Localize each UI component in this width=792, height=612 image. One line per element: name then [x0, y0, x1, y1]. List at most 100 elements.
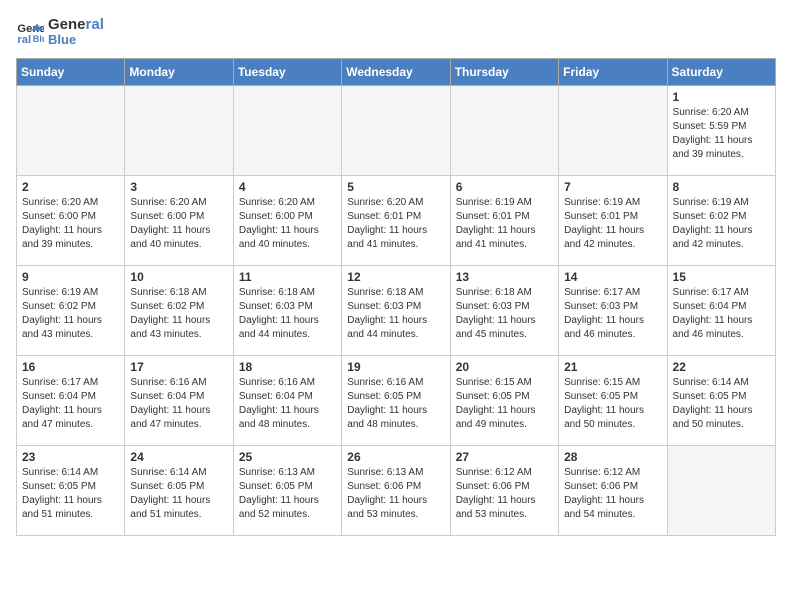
- calendar-cell: 22 Sunrise: 6:14 AM Sunset: 6:05 PM Dayli…: [667, 356, 775, 446]
- day-number: 10: [130, 270, 227, 284]
- day-number: 16: [22, 360, 119, 374]
- calendar-cell: 15Sunrise: 6:17 AM Sunset: 6:04 PM Dayli…: [667, 266, 775, 356]
- calendar-cell: 28 Sunrise: 6:12 AM Sunset: 6:06 PM Dayli…: [559, 446, 667, 536]
- calendar-cell: 1 Sunrise: 6:20 AM Sunset: 5:59 PM Daylig…: [667, 86, 775, 176]
- calendar-week-1: 1 Sunrise: 6:20 AM Sunset: 5:59 PM Daylig…: [17, 86, 776, 176]
- day-number: 11: [239, 270, 336, 284]
- day-number: 5: [347, 180, 444, 194]
- calendar-cell: [450, 86, 558, 176]
- day-info: Sunrise: 6:16 AM Sunset: 6:04 PM Dayligh…: [130, 376, 227, 432]
- calendar-cell: 19 Sunrise: 6:16 AM Sunset: 6:05 PM Dayli…: [342, 356, 450, 446]
- day-info: Sunrise: 6:20 AM Sunset: 6:00 PM Dayligh…: [239, 196, 336, 252]
- day-info: Sunrise: 6:18 AM Sunset: 6:03 PM Dayligh…: [347, 286, 444, 342]
- day-info: Sunrise: 6:20 AM Sunset: 6:01 PM Dayligh…: [347, 196, 444, 252]
- weekday-header-wednesday: Wednesday: [342, 59, 450, 86]
- day-info: Sunrise: 6:14 AM Sunset: 6:05 PM Dayligh…: [22, 466, 119, 522]
- day-info: Sunrise: 6:13 AM Sunset: 6:06 PM Dayligh…: [347, 466, 444, 522]
- calendar-cell: 5 Sunrise: 6:20 AM Sunset: 6:01 PM Daylig…: [342, 176, 450, 266]
- calendar-cell: 24Sunrise: 6:14 AM Sunset: 6:05 PM Dayli…: [125, 446, 233, 536]
- day-info: Sunrise: 6:15 AM Sunset: 6:05 PM Dayligh…: [564, 376, 661, 432]
- weekday-header-thursday: Thursday: [450, 59, 558, 86]
- day-number: 18: [239, 360, 336, 374]
- calendar-cell: [342, 86, 450, 176]
- calendar-cell: 27 Sunrise: 6:12 AM Sunset: 6:06 PM Dayli…: [450, 446, 558, 536]
- day-info: Sunrise: 6:16 AM Sunset: 6:04 PM Dayligh…: [239, 376, 336, 432]
- calendar-cell: [17, 86, 125, 176]
- weekday-header-saturday: Saturday: [667, 59, 775, 86]
- day-info: Sunrise: 6:18 AM Sunset: 6:02 PM Dayligh…: [130, 286, 227, 342]
- calendar-week-2: 2Sunrise: 6:20 AM Sunset: 6:00 PM Daylig…: [17, 176, 776, 266]
- day-number: 3: [130, 180, 227, 194]
- day-info: Sunrise: 6:20 AM Sunset: 6:00 PM Dayligh…: [130, 196, 227, 252]
- day-number: 4: [239, 180, 336, 194]
- calendar-cell: 16 Sunrise: 6:17 AM Sunset: 6:04 PM Dayli…: [17, 356, 125, 446]
- day-number: 7: [564, 180, 661, 194]
- day-number: 13: [456, 270, 553, 284]
- calendar-cell: 20 Sunrise: 6:15 AM Sunset: 6:05 PM Dayli…: [450, 356, 558, 446]
- day-info: Sunrise: 6:19 AM Sunset: 6:02 PM Dayligh…: [673, 196, 770, 252]
- calendar-cell: 4 Sunrise: 6:20 AM Sunset: 6:00 PM Daylig…: [233, 176, 341, 266]
- day-info: Sunrise: 6:14 AM Sunset: 6:05 PM Dayligh…: [130, 466, 227, 522]
- day-info: Sunrise: 6:15 AM Sunset: 6:05 PM Dayligh…: [456, 376, 553, 432]
- day-number: 9: [22, 270, 119, 284]
- calendar-cell: 9 Sunrise: 6:19 AM Sunset: 6:02 PM Daylig…: [17, 266, 125, 356]
- day-number: 26: [347, 450, 444, 464]
- day-info: Sunrise: 6:19 AM Sunset: 6:01 PM Dayligh…: [564, 196, 661, 252]
- day-number: 20: [456, 360, 553, 374]
- day-info: Sunrise: 6:17 AM Sunset: 6:03 PM Dayligh…: [564, 286, 661, 342]
- calendar-cell: 17 Sunrise: 6:16 AM Sunset: 6:04 PM Dayli…: [125, 356, 233, 446]
- calendar-cell: 6Sunrise: 6:19 AM Sunset: 6:01 PM Daylig…: [450, 176, 558, 266]
- day-number: 21: [564, 360, 661, 374]
- day-info: Sunrise: 6:12 AM Sunset: 6:06 PM Dayligh…: [564, 466, 661, 522]
- day-info: Sunrise: 6:14 AM Sunset: 6:05 PM Dayligh…: [673, 376, 770, 432]
- day-number: 12: [347, 270, 444, 284]
- calendar-cell: 12 Sunrise: 6:18 AM Sunset: 6:03 PM Dayli…: [342, 266, 450, 356]
- weekday-header-friday: Friday: [559, 59, 667, 86]
- day-number: 8: [673, 180, 770, 194]
- day-info: Sunrise: 6:19 AM Sunset: 6:02 PM Dayligh…: [22, 286, 119, 342]
- day-info: Sunrise: 6:13 AM Sunset: 6:05 PM Dayligh…: [239, 466, 336, 522]
- weekday-header-sunday: Sunday: [17, 59, 125, 86]
- day-number: 6: [456, 180, 553, 194]
- calendar-cell: 8 Sunrise: 6:19 AM Sunset: 6:02 PM Daylig…: [667, 176, 775, 266]
- calendar-week-4: 16 Sunrise: 6:17 AM Sunset: 6:04 PM Dayli…: [17, 356, 776, 446]
- day-number: 25: [239, 450, 336, 464]
- weekday-header-monday: Monday: [125, 59, 233, 86]
- day-info: Sunrise: 6:18 AM Sunset: 6:03 PM Dayligh…: [239, 286, 336, 342]
- calendar-cell: 14 Sunrise: 6:17 AM Sunset: 6:03 PM Dayli…: [559, 266, 667, 356]
- day-info: Sunrise: 6:12 AM Sunset: 6:06 PM Dayligh…: [456, 466, 553, 522]
- day-number: 28: [564, 450, 661, 464]
- calendar-cell: 26 Sunrise: 6:13 AM Sunset: 6:06 PM Dayli…: [342, 446, 450, 536]
- calendar-cell: 25 Sunrise: 6:13 AM Sunset: 6:05 PM Dayli…: [233, 446, 341, 536]
- calendar-week-5: 23 Sunrise: 6:14 AM Sunset: 6:05 PM Dayli…: [17, 446, 776, 536]
- day-number: 1: [673, 90, 770, 104]
- day-number: 19: [347, 360, 444, 374]
- logo-icon: Gene ral Blue: [16, 18, 44, 46]
- calendar-cell: [125, 86, 233, 176]
- day-info: Sunrise: 6:18 AM Sunset: 6:03 PM Dayligh…: [456, 286, 553, 342]
- page-header: Gene ral Blue General Blue: [16, 16, 776, 48]
- day-info: Sunrise: 6:17 AM Sunset: 6:04 PM Dayligh…: [22, 376, 119, 432]
- svg-text:ral: ral: [17, 34, 31, 46]
- weekday-header-tuesday: Tuesday: [233, 59, 341, 86]
- calendar-cell: [667, 446, 775, 536]
- svg-text:Blue: Blue: [33, 34, 44, 44]
- calendar-table: SundayMondayTuesdayWednesdayThursdayFrid…: [16, 58, 776, 536]
- calendar-cell: 18 Sunrise: 6:16 AM Sunset: 6:04 PM Dayli…: [233, 356, 341, 446]
- calendar-cell: 2Sunrise: 6:20 AM Sunset: 6:00 PM Daylig…: [17, 176, 125, 266]
- logo: Gene ral Blue General Blue: [16, 16, 104, 48]
- day-info: Sunrise: 6:20 AM Sunset: 6:00 PM Dayligh…: [22, 196, 119, 252]
- calendar-cell: [233, 86, 341, 176]
- calendar-cell: 10 Sunrise: 6:18 AM Sunset: 6:02 PM Dayli…: [125, 266, 233, 356]
- day-info: Sunrise: 6:20 AM Sunset: 5:59 PM Dayligh…: [673, 106, 770, 162]
- day-number: 23: [22, 450, 119, 464]
- day-number: 27: [456, 450, 553, 464]
- day-number: 14: [564, 270, 661, 284]
- calendar-cell: 13 Sunrise: 6:18 AM Sunset: 6:03 PM Dayli…: [450, 266, 558, 356]
- day-info: Sunrise: 6:16 AM Sunset: 6:05 PM Dayligh…: [347, 376, 444, 432]
- day-number: 17: [130, 360, 227, 374]
- weekday-header-row: SundayMondayTuesdayWednesdayThursdayFrid…: [17, 59, 776, 86]
- calendar-week-3: 9 Sunrise: 6:19 AM Sunset: 6:02 PM Daylig…: [17, 266, 776, 356]
- day-number: 22: [673, 360, 770, 374]
- calendar-cell: 23 Sunrise: 6:14 AM Sunset: 6:05 PM Dayli…: [17, 446, 125, 536]
